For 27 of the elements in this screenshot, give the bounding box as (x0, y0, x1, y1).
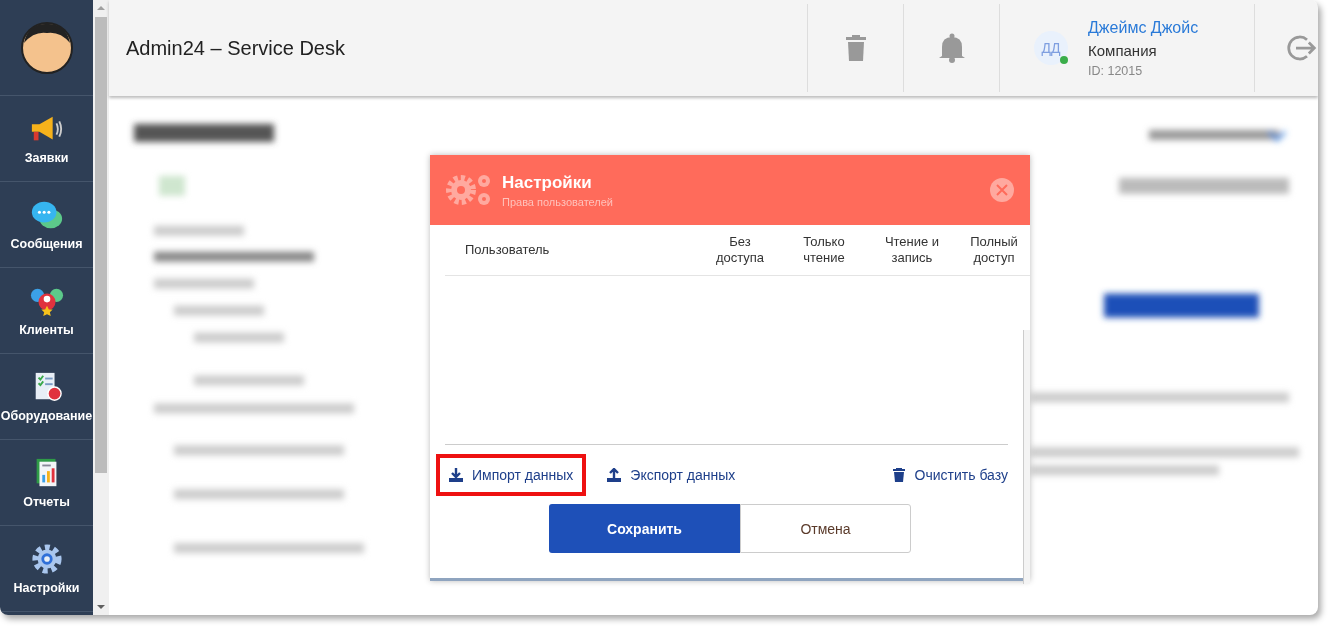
column-header: Только чтение (802, 234, 846, 266)
modal-subtitle: Права пользователей (502, 195, 614, 208)
user-name[interactable]: Джеймс Джойс (1088, 18, 1199, 37)
trash-icon (891, 468, 906, 482)
column-header: Чтение и запись (883, 234, 941, 266)
action-link[interactable]: Очистить базу (878, 454, 1008, 496)
trash-icon[interactable] (845, 35, 866, 61)
action-link[interactable]: Импорт данных (436, 454, 587, 496)
user-id: ID: 12015 (1088, 63, 1144, 78)
app-title: Admin24 – Service Desk (126, 36, 346, 60)
avatar-icon (19, 20, 74, 75)
scrollbar[interactable] (93, 0, 109, 615)
cancel-button[interactable]: Отмена (740, 504, 911, 553)
company-name: Компания (1088, 41, 1158, 59)
modal-title: Настройки (502, 172, 593, 193)
download-icon (449, 468, 463, 482)
column-header: Полный доступ (969, 234, 1019, 266)
scrollbar[interactable] (1023, 330, 1030, 584)
close-icon (996, 184, 1008, 196)
gear-icon (29, 542, 64, 575)
column-header: Пользователь (464, 242, 551, 258)
upload-icon (607, 468, 622, 482)
column-header: Без доступа (714, 234, 766, 266)
close-button[interactable] (990, 178, 1014, 202)
save-button[interactable]: Сохранить (549, 504, 740, 553)
bell-icon[interactable] (937, 33, 966, 63)
action-link[interactable]: Экспорт данных (594, 454, 749, 496)
